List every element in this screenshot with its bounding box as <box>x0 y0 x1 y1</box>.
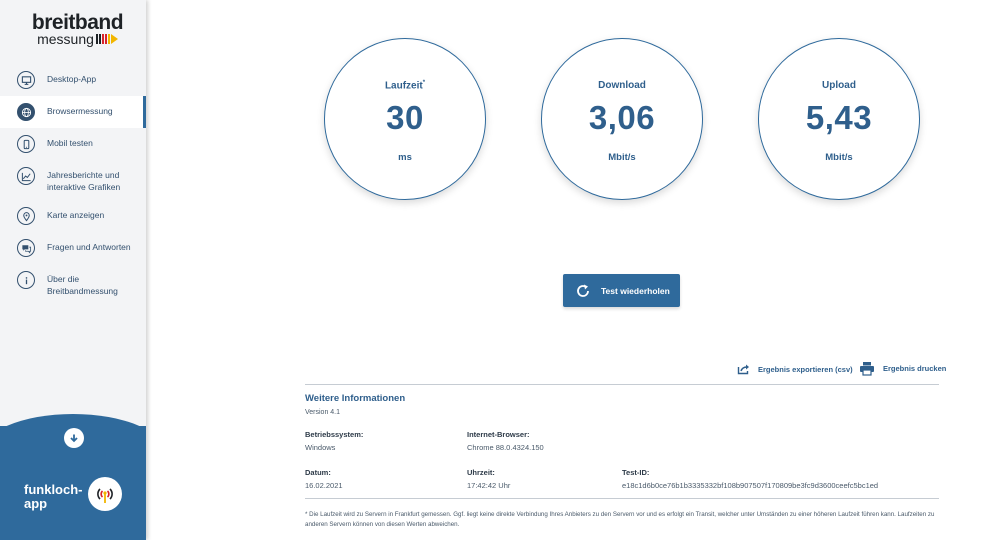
print-link[interactable]: Ergebnis drucken <box>859 361 946 376</box>
retest-button[interactable]: Test wiederholen <box>563 274 680 307</box>
version-text: Version 4.1 <box>305 409 341 416</box>
chart-icon <box>17 167 35 185</box>
latency-footnote-marker: * <box>422 80 426 86</box>
upload-label: Upload <box>822 80 856 91</box>
sidebar-item-karte[interactable]: Karte anzeigen <box>0 200 146 232</box>
upload-result: Upload 5,43 Mbit/s <box>758 38 920 200</box>
upload-value: 5,43 <box>805 99 873 136</box>
logo-bars-icon <box>95 34 110 44</box>
sidebar-item-label: Mobil testen <box>47 138 93 148</box>
sidebar-item-label: Browsermessung <box>47 106 113 116</box>
os-value: Windows <box>305 443 336 452</box>
chat-icon <box>17 239 35 257</box>
download-label: Download <box>598 80 646 91</box>
latency-result: Laufzeit* 30 ms <box>324 38 486 200</box>
print-label: Ergebnis drucken <box>883 364 947 373</box>
retest-button-label: Test wiederholen <box>601 285 670 296</box>
latency-footnote: * Die Laufzeit wird zu Servern in Frankf… <box>305 511 935 528</box>
smartphone-icon <box>17 135 35 153</box>
download-value: 3,06 <box>588 99 656 136</box>
arrow-down-icon <box>70 434 78 443</box>
sidebar-item-jahresberichte[interactable]: Jahresberichte und interaktive Grafiken <box>0 160 146 200</box>
browser-value: Chrome 88.0.4324.150 <box>467 443 544 452</box>
sidebar-item-desktop-app[interactable]: Desktop-App <box>0 64 146 96</box>
export-csv-link[interactable]: Ergebnis exportieren (csv) <box>737 363 853 375</box>
refresh-icon <box>577 284 589 297</box>
info-title: Weitere Informationen <box>305 393 406 404</box>
info-icon <box>17 271 35 289</box>
date-label: Datum: <box>305 468 331 477</box>
sidebar-item-label: Über die Breitbandmessung <box>47 274 118 296</box>
test-id-label: Test-ID: <box>622 468 650 477</box>
funkloch-app-link[interactable]: funkloch-app <box>24 483 94 511</box>
scroll-down-button[interactable] <box>64 428 84 448</box>
time-label: Uhrzeit: <box>467 468 495 477</box>
upload-unit: Mbit/s <box>825 152 853 163</box>
download-unit: Mbit/s <box>608 152 636 163</box>
sidebar-nav: Desktop-App Browsermessung Mobil testen … <box>0 64 146 304</box>
latency-unit: ms <box>398 152 412 163</box>
sidebar-item-ueber[interactable]: Über die Breitbandmessung <box>0 264 146 304</box>
latency-value: 30 <box>386 99 424 136</box>
printer-icon <box>860 362 874 376</box>
os-label: Betriebssystem: <box>305 430 364 439</box>
export-icon <box>737 364 749 375</box>
divider-top <box>305 384 939 385</box>
export-csv-label: Ergebnis exportieren (csv) <box>758 364 853 374</box>
divider-bottom <box>305 498 939 499</box>
sidebar-item-mobil-testen[interactable]: Mobil testen <box>0 128 146 160</box>
logo-line2: messung <box>37 31 94 47</box>
sidebar-item-label: Fragen und Antworten <box>47 242 131 252</box>
browser-label: Internet-Browser: <box>467 430 530 439</box>
breitbandmessung-logo[interactable]: breitband messung <box>30 12 125 47</box>
download-result: Download 3,06 Mbit/s <box>541 38 703 200</box>
sidebar-item-label: Desktop-App <box>47 74 97 84</box>
funkloch-antenna-icon[interactable] <box>88 477 122 511</box>
sidebar-item-label: Karte anzeigen <box>47 210 105 220</box>
sidebar-item-label: Jahresberichte und interaktive Grafiken <box>47 170 121 192</box>
time-value: 17:42:42 Uhr <box>467 481 511 490</box>
globe-icon <box>17 103 35 121</box>
latency-label: Laufzeit <box>384 80 423 92</box>
map-pin-icon <box>17 207 35 225</box>
date-value: 16.02.2021 <box>305 481 343 490</box>
sidebar-item-faq[interactable]: Fragen und Antworten <box>0 232 146 264</box>
monitor-icon <box>17 71 35 89</box>
sidebar-item-browsermessung[interactable]: Browsermessung <box>0 96 146 128</box>
logo-arrow-icon <box>110 34 118 44</box>
sidebar: breitband messung Desktop-App Browsermes… <box>0 0 146 540</box>
test-id-value: e18c1d6b0ce76b1b3335332bf108b907507f1708… <box>622 481 879 490</box>
